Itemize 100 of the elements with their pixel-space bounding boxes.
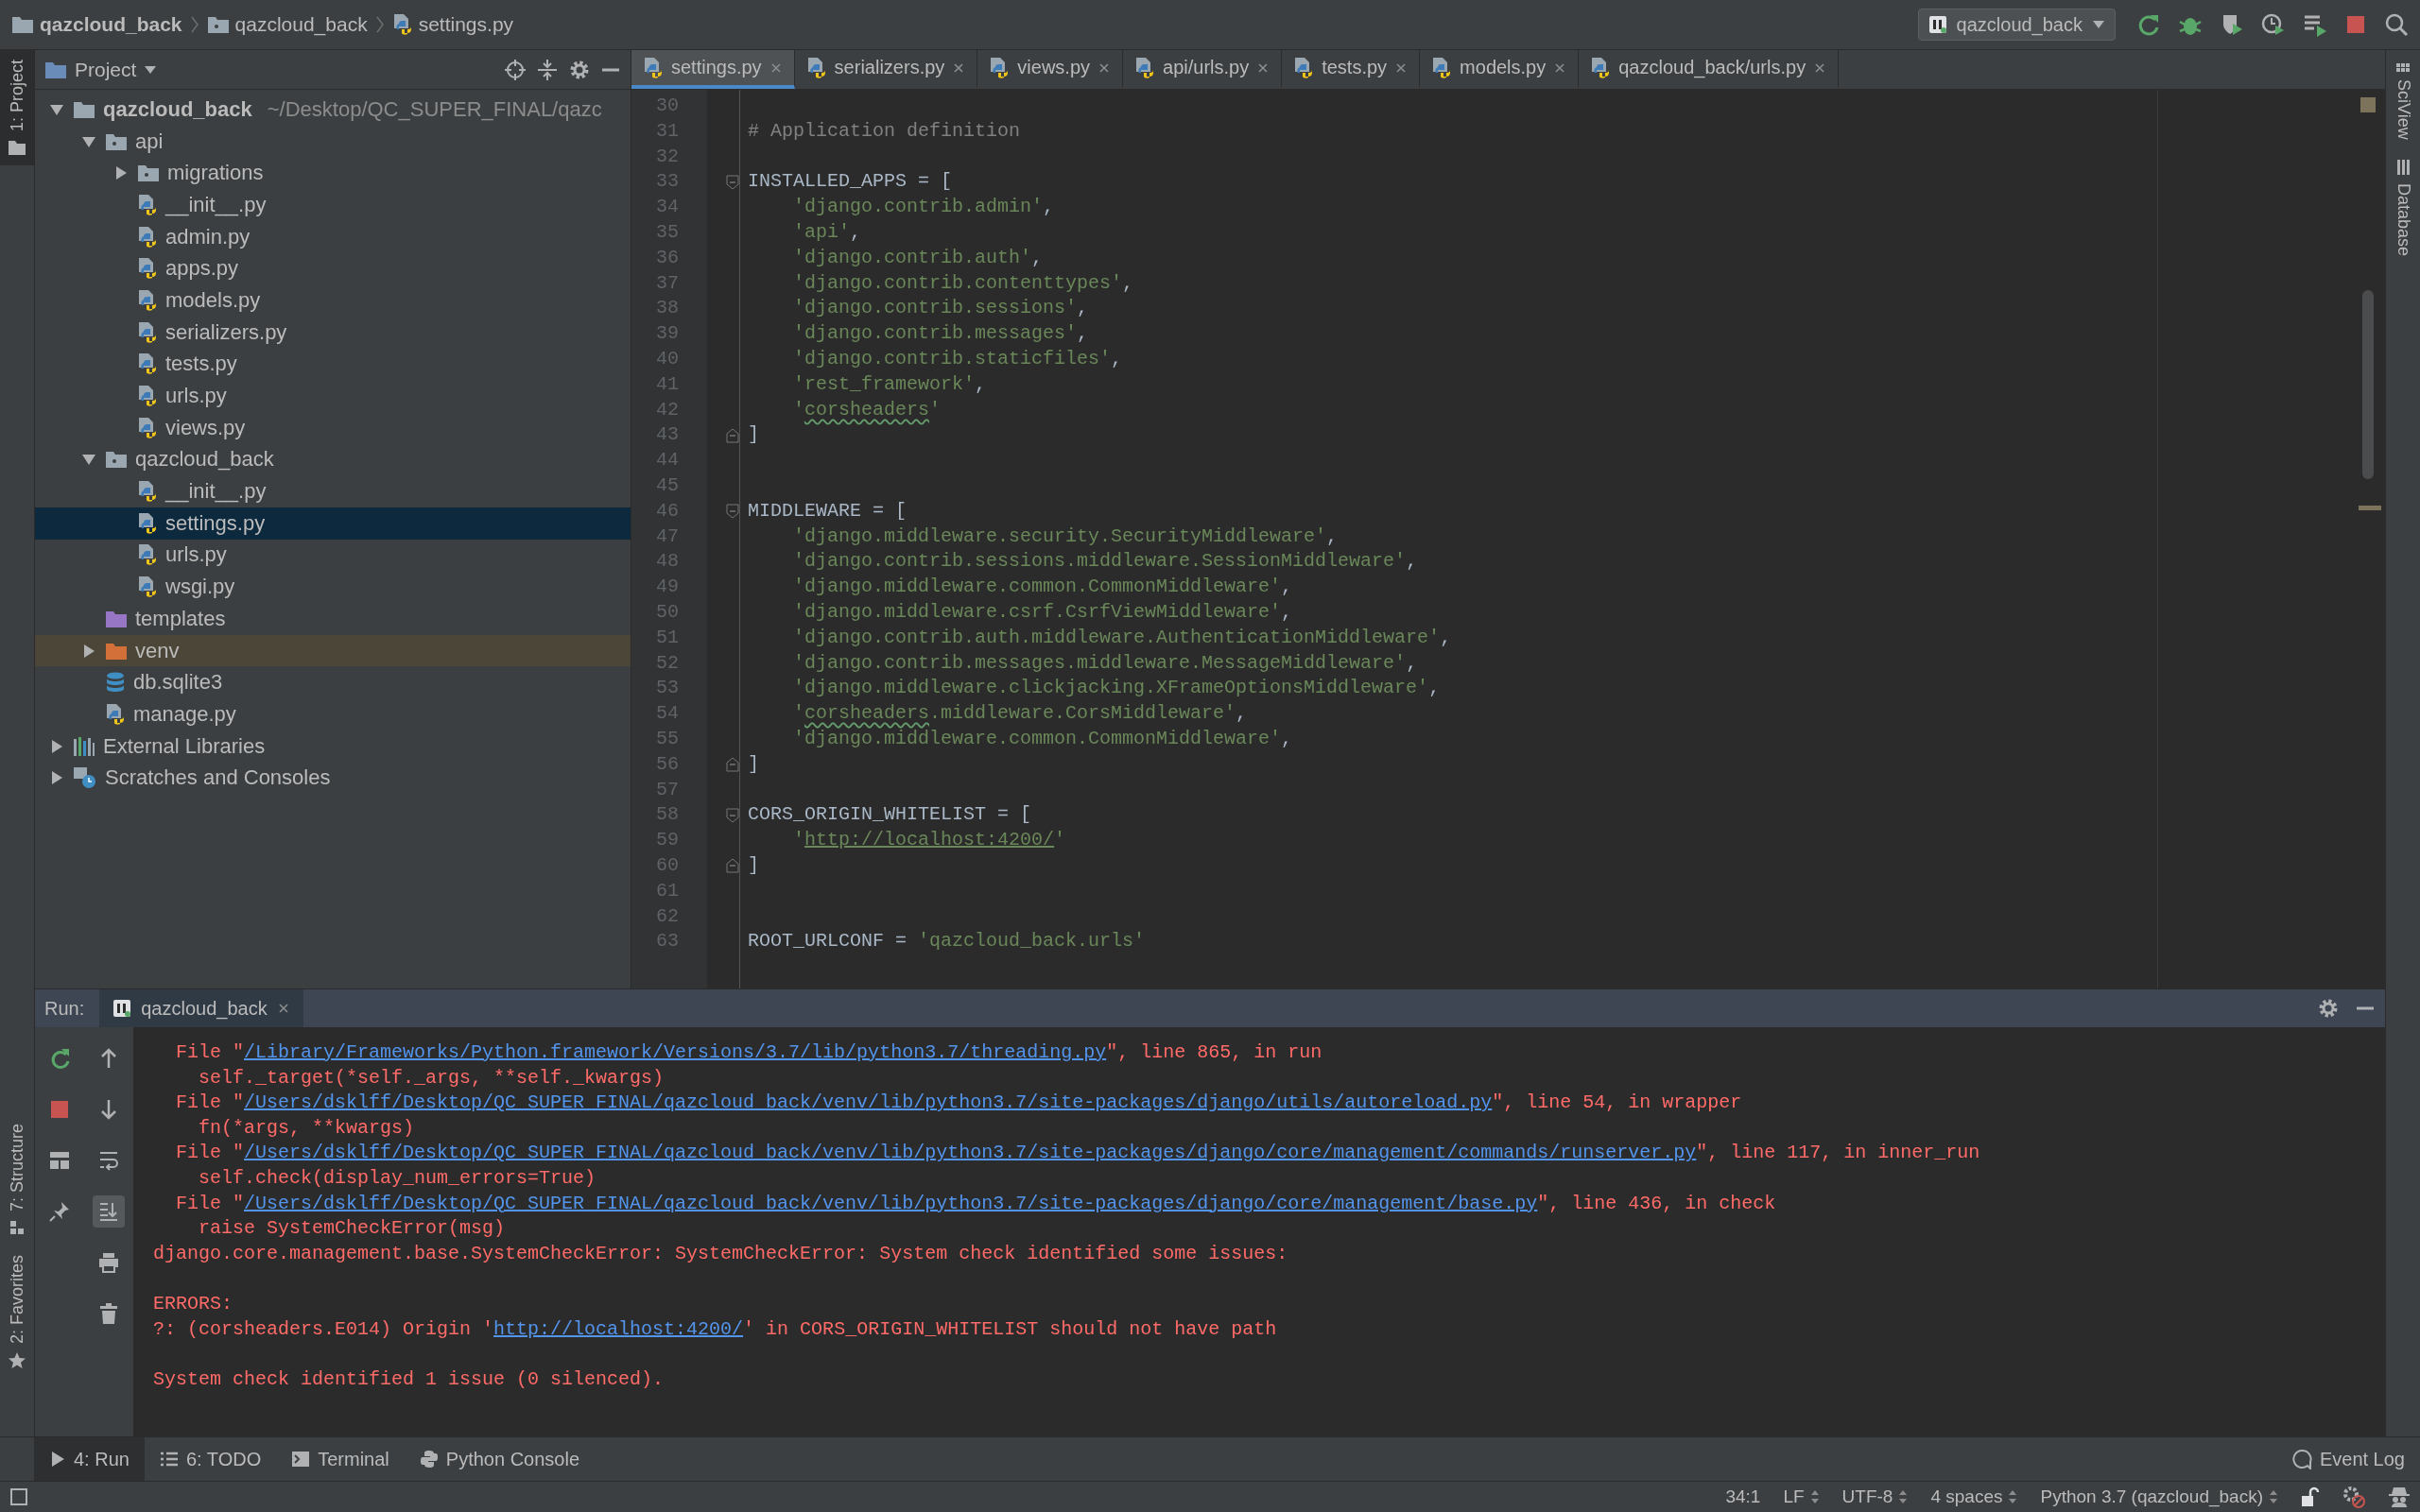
- fold-marker-icon[interactable]: [726, 757, 739, 773]
- up-arrow-icon[interactable]: [99, 1048, 118, 1069]
- fold-marker-icon[interactable]: [726, 858, 739, 874]
- soft-wrap-icon[interactable]: [98, 1150, 119, 1171]
- tree-item[interactable]: db.sqlite3: [35, 666, 631, 699]
- tree-item[interactable]: apps.py: [35, 252, 631, 285]
- tool-tab[interactable]: Python Console: [404, 1437, 595, 1481]
- editor-tab[interactable]: tests.py: [1282, 50, 1421, 89]
- fold-marker-icon[interactable]: [726, 174, 739, 190]
- settings-icon[interactable]: [2317, 997, 2340, 1020]
- tool-tab[interactable]: 4: Run: [34, 1437, 145, 1481]
- tree-item[interactable]: __init__.py: [35, 189, 631, 221]
- tree-item[interactable]: models.py: [35, 284, 631, 317]
- rerun-icon[interactable]: [2136, 12, 2161, 37]
- tree-item[interactable]: manage.py: [35, 698, 631, 730]
- panel-toggle-icon[interactable]: [9, 1487, 28, 1506]
- tree-item[interactable]: tests.py: [35, 348, 631, 381]
- tree-item[interactable]: serializers.py: [35, 316, 631, 349]
- clock-icon[interactable]: [2261, 12, 2286, 37]
- tool-window-button[interactable]: 2: Favorites: [0, 1245, 34, 1380]
- tree-item[interactable]: External Libraries: [35, 730, 631, 763]
- python-file-icon: [137, 193, 158, 216]
- gear-with-stop-icon[interactable]: [2342, 1486, 2365, 1508]
- file-encoding[interactable]: UTF-8: [1841, 1486, 1909, 1507]
- close-icon[interactable]: [1256, 60, 1270, 75]
- close-icon[interactable]: [1098, 60, 1111, 75]
- breadcrumb[interactable]: qazcloud_back: [40, 13, 182, 36]
- code-line: 'http://localhost:4200/': [792, 829, 1066, 851]
- indent-setting[interactable]: 4 spaces: [1930, 1486, 2018, 1507]
- stop-icon[interactable]: [2344, 13, 2367, 36]
- tree-item[interactable]: migrations: [35, 157, 631, 190]
- tool-tab[interactable]: Terminal: [276, 1437, 405, 1481]
- close-icon[interactable]: [769, 60, 783, 75]
- breadcrumb[interactable]: qazcloud_back: [234, 13, 368, 36]
- search-icon[interactable]: [2384, 12, 2409, 37]
- trash-icon[interactable]: [99, 1303, 118, 1324]
- run-configuration-dropdown[interactable]: qazcloud_back: [1917, 9, 2116, 41]
- fold-marker-icon[interactable]: [726, 504, 739, 520]
- tool-window-button[interactable]: Database: [2386, 148, 2420, 266]
- run-tab[interactable]: qazcloud_back: [99, 989, 303, 1027]
- pin-icon[interactable]: [49, 1201, 70, 1222]
- folder-icon: [137, 163, 160, 183]
- editor-tab[interactable]: qazcloud_back/urls.py: [1579, 50, 1840, 89]
- code-line: 'django.middleware.csrf.CsrfViewMiddleware',: [792, 600, 1293, 623]
- tree-item[interactable]: qazcloud_back: [35, 443, 631, 476]
- caret-icon: [2092, 20, 2105, 29]
- item-name: serializers.py: [165, 319, 287, 345]
- tree-item[interactable]: api: [35, 125, 631, 158]
- tree-item[interactable]: views.py: [35, 411, 631, 444]
- stop-icon[interactable]: [49, 1099, 70, 1120]
- python-file-icon: [137, 320, 158, 344]
- editor-tab[interactable]: api/urls.py: [1123, 50, 1283, 89]
- tree-item[interactable]: urls.py: [35, 539, 631, 572]
- print-icon[interactable]: [98, 1252, 119, 1273]
- scratches-icon: [73, 766, 97, 790]
- tree-item[interactable]: admin.py: [35, 220, 631, 253]
- down-arrow-icon[interactable]: [99, 1099, 118, 1120]
- editor-tab[interactable]: views.py: [977, 50, 1123, 89]
- editor-tab[interactable]: models.py: [1420, 50, 1580, 89]
- console-line: self.check(display_num_errors=True): [198, 1166, 596, 1189]
- close-icon[interactable]: [1813, 60, 1827, 75]
- tree-item[interactable]: urls.py: [35, 380, 631, 412]
- locate-icon[interactable]: [504, 58, 527, 81]
- database-icon: [105, 671, 126, 695]
- caret-position[interactable]: 34:1: [1725, 1486, 1761, 1507]
- event-log-button[interactable]: Event Log: [2275, 1437, 2420, 1481]
- close-icon[interactable]: [1553, 60, 1567, 75]
- lock-icon[interactable]: [2301, 1486, 2320, 1507]
- scrollbar[interactable]: [2362, 290, 2374, 479]
- python-file-icon: [391, 13, 413, 36]
- interpreter-selector[interactable]: Python 3.7 (qazcloud_back): [2040, 1486, 2278, 1507]
- fold-marker-icon[interactable]: [726, 807, 739, 823]
- layout-icon[interactable]: [49, 1151, 70, 1170]
- tool-tab[interactable]: 6: TODO: [144, 1437, 277, 1481]
- scroll-to-end-button[interactable]: [93, 1195, 125, 1228]
- tree-item[interactable]: Scratches and Consoles: [35, 762, 631, 795]
- tree-item[interactable]: venv: [35, 634, 631, 667]
- close-icon[interactable]: [952, 60, 966, 75]
- tool-window-button[interactable]: 7: Structure: [0, 1113, 34, 1246]
- project-view-dropdown[interactable]: Project: [44, 58, 158, 81]
- tree-item[interactable]: wsgi.py: [35, 571, 631, 603]
- folder-icon: [105, 450, 128, 470]
- tree-item[interactable]: templates: [35, 603, 631, 635]
- close-icon[interactable]: [276, 1002, 290, 1015]
- item-name: manage.py: [133, 701, 236, 727]
- terminal-icon: [291, 1451, 311, 1468]
- collapse-icon[interactable]: [536, 58, 559, 81]
- tool-window-button[interactable]: SciView: [2386, 54, 2420, 149]
- inspector-icon[interactable]: [2388, 1486, 2411, 1508]
- tree-item[interactable]: settings.py: [35, 507, 631, 540]
- editor-tab[interactable]: serializers.py: [794, 50, 978, 89]
- tool-window-button[interactable]: 1: Project: [0, 50, 34, 166]
- tree-item[interactable]: __init__.py: [35, 475, 631, 507]
- tree-item[interactable]: qazcloud_back ~/Desktop/QC_SUPER_FINAL/qazc: [35, 94, 631, 126]
- breadcrumb[interactable]: settings.py: [418, 13, 514, 36]
- console-line: django.core.management.base.SystemCheckError: SystemCheckError: System check identified some issues:: [153, 1242, 1288, 1264]
- close-icon[interactable]: [1394, 60, 1409, 75]
- line-separator[interactable]: LF: [1783, 1486, 1820, 1507]
- editor-tab[interactable]: settings.py: [631, 50, 795, 89]
- fold-marker-icon[interactable]: [726, 427, 739, 443]
